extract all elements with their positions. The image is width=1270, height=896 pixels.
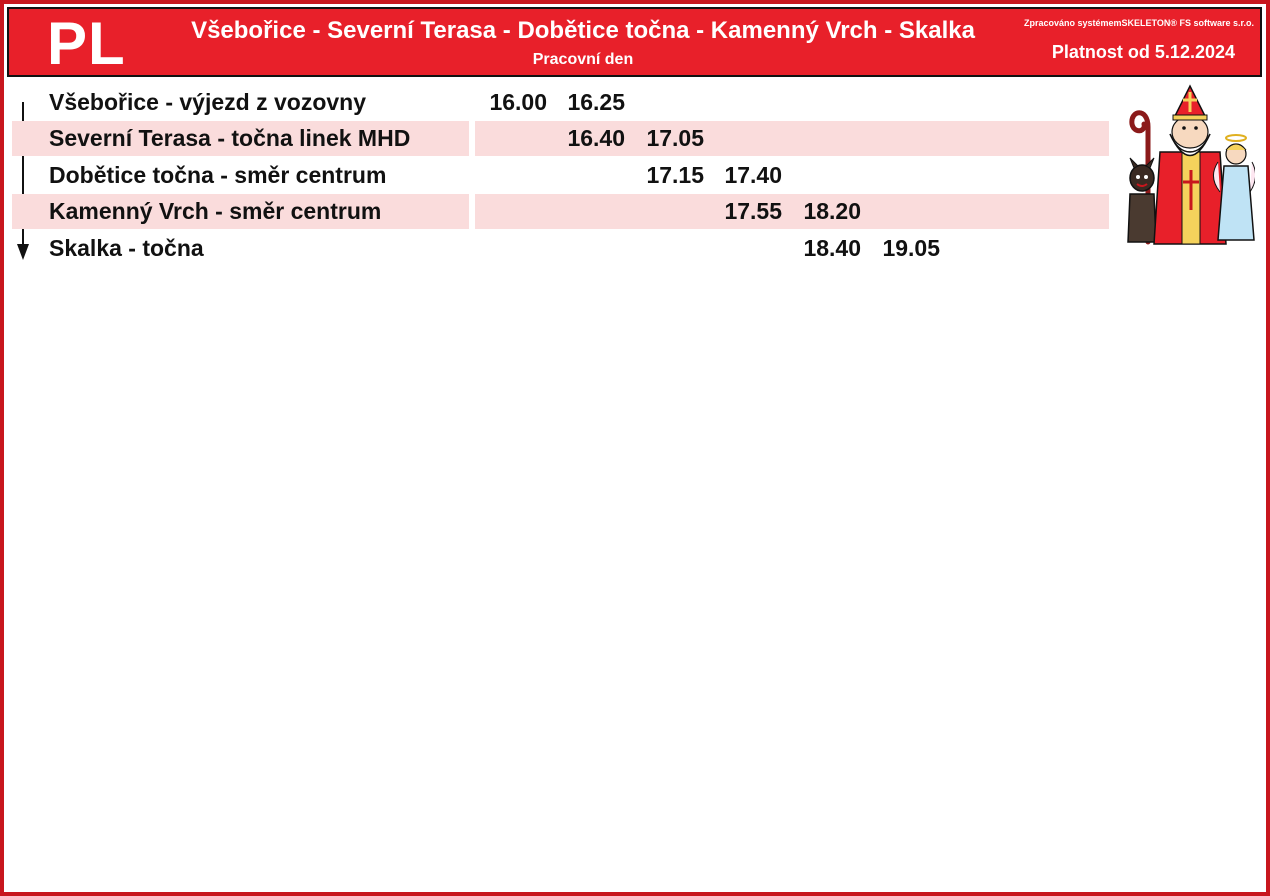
departure-time: 17.05	[646, 125, 704, 151]
stop-name: Skalka - točna	[49, 235, 204, 261]
departure-time: 17.55	[724, 198, 782, 224]
stop-name: Dobětice točna - směr centrum	[49, 162, 387, 188]
day-type: Pracovní den	[532, 51, 634, 68]
departure-time: 17.40	[724, 162, 782, 188]
departure-time: 18.40	[803, 235, 861, 261]
departure-time: 17.15	[646, 162, 704, 188]
processed-by-note: Zpracováno systémemSKELETON® FS software…	[1023, 18, 1254, 28]
row-shade-times	[475, 158, 1109, 193]
st-nicholas-illustration-icon	[1127, 84, 1255, 245]
row-shade-times	[475, 194, 1109, 229]
stop-name: Kamenný Vrch - směr centrum	[49, 198, 382, 224]
departure-time: 19.05	[882, 235, 940, 261]
departure-time: 16.40	[567, 125, 625, 151]
departure-time: 16.25	[567, 89, 625, 115]
header-bar: PL Všebořice - Severní Terasa - Dobětice…	[7, 7, 1262, 77]
departure-time: 18.20	[803, 198, 861, 224]
line-code: PL	[47, 10, 126, 77]
row-shade-times	[475, 231, 1109, 266]
route-title: Všebořice - Severní Terasa - Dobětice to…	[191, 17, 975, 44]
stop-name: Všebořice - výjezd z vozovny	[49, 89, 367, 115]
departure-time: 16.00	[489, 89, 547, 115]
stop-name: Severní Terasa - točna linek MHD	[49, 125, 411, 151]
validity-date: Platnost od 5.12.2024	[1051, 42, 1235, 62]
